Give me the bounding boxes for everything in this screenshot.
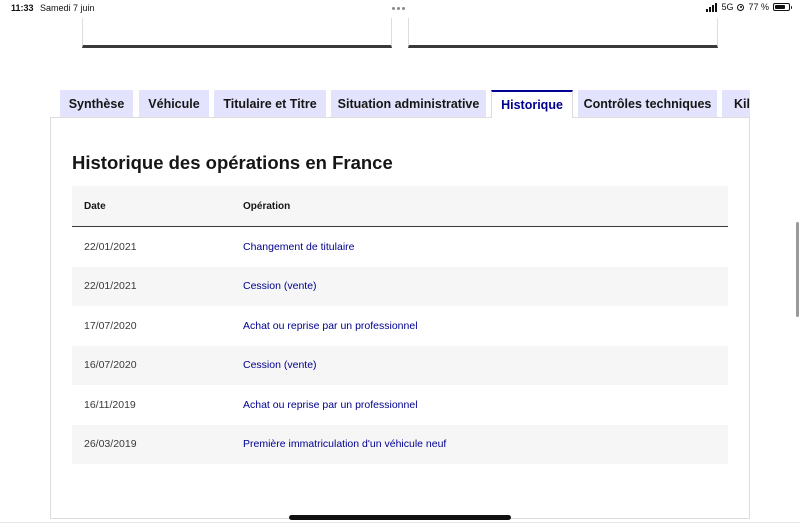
scroll-indicator[interactable] <box>796 222 799 317</box>
tab-controles-techniques[interactable]: Contrôles techniques <box>578 90 717 118</box>
tab-kilometrage[interactable]: Kilo <box>722 90 750 118</box>
status-time: 11:33 <box>11 3 34 13</box>
tab-list: Synthèse Véhicule Titulaire et Titre Sit… <box>60 90 750 118</box>
column-header-date: Date <box>72 186 243 227</box>
status-bar: 11:33 Samedi 7 juin 5G 77 % <box>0 0 800 18</box>
table-row: 17/07/2020 Achat ou reprise par un profe… <box>72 306 728 346</box>
operation-link[interactable]: Première immatriculation d'un véhicule n… <box>243 438 446 450</box>
history-table: Date Opération 22/01/2021 Changement de … <box>72 186 728 464</box>
summary-card-right <box>408 18 718 48</box>
operation-link[interactable]: Achat ou reprise par un professionnel <box>243 399 418 411</box>
battery-icon <box>773 3 792 11</box>
location-icon <box>737 3 745 11</box>
page: 11:33 Samedi 7 juin 5G 77 % Synthèse Véh… <box>0 0 800 525</box>
home-indicator[interactable] <box>289 515 511 520</box>
row-operation: Cession (vente) <box>243 266 728 306</box>
tab-titulaire-et-titre[interactable]: Titulaire et Titre <box>214 90 326 118</box>
row-date: 26/03/2019 <box>72 424 243 464</box>
tab-vehicule[interactable]: Véhicule <box>139 90 209 118</box>
row-operation: Changement de titulaire <box>243 227 728 267</box>
column-header-operation: Opération <box>243 186 728 227</box>
row-operation: Achat ou reprise par un professionnel <box>243 306 728 346</box>
operation-link[interactable]: Achat ou reprise par un professionnel <box>243 320 418 332</box>
table-row: 16/07/2020 Cession (vente) <box>72 345 728 385</box>
operation-link[interactable]: Changement de titulaire <box>243 241 355 253</box>
row-date: 17/07/2020 <box>84 319 137 332</box>
table-row: 22/01/2021 Changement de titulaire <box>72 227 728 267</box>
summary-card-left <box>82 18 392 48</box>
tab-synthese[interactable]: Synthèse <box>60 90 133 118</box>
operation-link[interactable]: Cession (vente) <box>243 280 317 292</box>
row-operation: Première immatriculation d'un véhicule n… <box>243 424 728 464</box>
table-row: 16/11/2019 Achat ou reprise par un profe… <box>72 385 728 425</box>
section-title: Historique des opérations en France <box>72 152 393 173</box>
table-row: 26/03/2019 Première immatriculation d'un… <box>72 424 728 464</box>
multitasking-dots-icon[interactable] <box>392 7 405 10</box>
operation-link[interactable]: Cession (vente) <box>243 359 317 371</box>
table-header-row: Date Opération <box>72 186 728 227</box>
row-date: 16/07/2020 <box>72 345 243 385</box>
tab-situation-administrative[interactable]: Situation administrative <box>331 90 486 118</box>
status-indicators: 5G 77 % <box>706 2 792 12</box>
row-date: 22/01/2021 <box>84 240 137 253</box>
battery-percentage: 77 % <box>748 2 769 12</box>
row-operation: Achat ou reprise par un professionnel <box>243 385 728 425</box>
cellular-signal-icon <box>706 2 718 12</box>
bottom-divider <box>0 522 800 523</box>
status-date: Samedi 7 juin <box>40 3 95 13</box>
row-date: 16/11/2019 <box>84 398 136 411</box>
row-date: 22/01/2021 <box>72 266 243 306</box>
row-operation: Cession (vente) <box>243 345 728 385</box>
network-type: 5G <box>721 2 734 12</box>
table-row: 22/01/2021 Cession (vente) <box>72 266 728 306</box>
tab-historique[interactable]: Historique <box>491 90 573 118</box>
